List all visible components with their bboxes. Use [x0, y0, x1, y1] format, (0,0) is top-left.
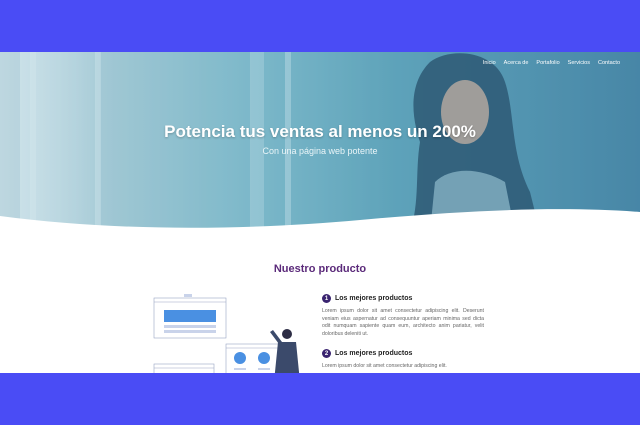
website-frame: Inicio Acerca de Portafolio Servicios Co…	[0, 52, 640, 373]
nav-item-contacto[interactable]: Contacto	[598, 60, 620, 66]
feature-number-badge: 2	[322, 349, 331, 358]
feature-item: 1 Los mejores productos Lorem ipsum dolo…	[322, 294, 484, 338]
hero-banner: Inicio Acerca de Portafolio Servicios Co…	[0, 52, 640, 232]
nav-item-acerca-de[interactable]: Acerca de	[504, 60, 529, 66]
feature-item: 2 Los mejores productos Lorem ipsum dolo…	[322, 349, 484, 371]
feature-text: Lorem ipsum dolor sit amet consectetur a…	[322, 363, 447, 369]
section-title: Nuestro producto	[273, 263, 367, 275]
nav-item-servicios[interactable]: Servicios	[568, 60, 590, 66]
hero-subtitle: Con una página web potente	[262, 146, 378, 156]
feature-number-badge: 1	[322, 294, 331, 303]
feature-title: Los mejores productos	[335, 295, 413, 302]
feature-text: Lorem ipsum dolor sit amet consectetur a…	[322, 308, 484, 337]
nav-item-portafolio[interactable]: Portafolio	[536, 60, 559, 66]
top-navigation: Inicio Acerca de Portafolio Servicios Co…	[483, 60, 620, 66]
hero-title: Potencia tus ventas al menos un 200%	[164, 122, 476, 141]
product-illustration	[153, 294, 300, 373]
hero-wave-divider	[0, 209, 640, 232]
nav-item-inicio[interactable]: Inicio	[483, 60, 496, 66]
feature-title: Los mejores productos	[335, 350, 413, 357]
